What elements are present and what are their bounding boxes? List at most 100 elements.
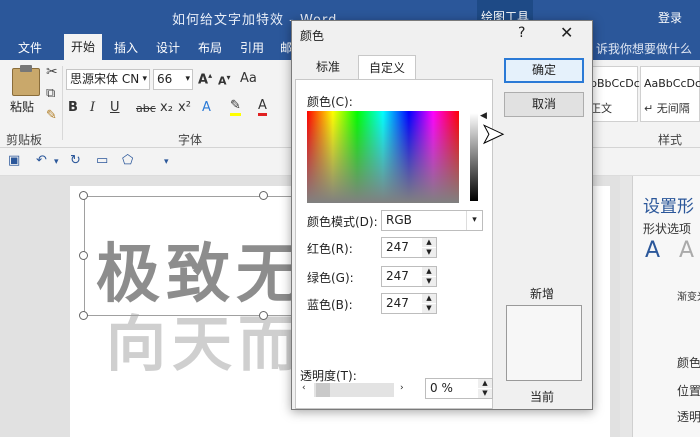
shapes-icon[interactable]: ⬠ [122,153,133,168]
slider-thumb[interactable] [316,383,330,397]
chevron-down-icon: ▾ [466,211,482,230]
blue-input[interactable]: 247 ▲ ▼ [381,293,437,314]
resize-handle[interactable] [259,311,268,320]
spin-up-icon[interactable]: ▲ [422,238,436,247]
tab-home[interactable]: 开始 [64,34,103,60]
format-painter-icon[interactable]: ✎ [46,108,57,123]
redo-icon[interactable]: ↻ [70,153,81,168]
screenshot-icon[interactable]: ▭ [96,153,108,168]
font-family-select[interactable]: 思源宋体 CN ▾ [66,69,150,90]
customize-toolbar-icon[interactable]: ▾ [164,157,169,167]
text-effects-icon[interactable]: A [202,100,211,115]
style-name: 正文 [590,102,612,115]
font-family-value: 思源宋体 CN [70,72,140,86]
tell-me-box[interactable]: 诉我你想要做什么 [596,40,692,57]
subscript-button[interactable]: x₂ [160,100,173,115]
color-dialog: 颜色 ? ✕ 标准 自定义 颜色(C): ◀ ➤ 颜色模式(D): RGB ▾ … [291,20,593,410]
spin-up-icon[interactable]: ▲ [422,294,436,303]
dialog-title: 颜色 [300,29,325,43]
superscript-button[interactable]: x² [178,100,191,115]
pane-item-gradient[interactable]: 渐变光 [677,288,700,303]
tab-custom[interactable]: 自定义 [358,55,417,81]
grow-font-icon[interactable]: A▴ [198,71,212,87]
login-link[interactable]: 登录 [658,9,682,26]
format-shape-pane: 设置形 形状选项 A A 渐变光 颜色 位置 透明 [632,176,700,437]
pane-item-position[interactable]: 位置 [677,382,700,399]
mouse-cursor-icon: ➤ [480,117,505,151]
styles-group-label: 样式 [658,133,683,147]
tab-design[interactable]: 设计 [156,39,180,56]
chevron-right-icon[interactable]: › [400,383,404,393]
luminance-slider[interactable] [470,113,478,201]
color-preview-swatch [506,305,582,381]
style-no-spacing[interactable]: AaBbCcDc ↵ 无间隔 [640,66,700,122]
style-normal[interactable]: bBbCcDc 正文 [586,66,640,122]
tab-insert[interactable]: 插入 [114,39,138,56]
green-input[interactable]: 247 ▲ ▼ [381,266,437,287]
transparency-slider[interactable]: ‹ › [300,381,410,401]
spin-down-icon[interactable]: ▼ [422,304,436,313]
transparency-value: 0 % [430,381,453,395]
bold-button[interactable]: B [68,100,78,115]
chevron-down-icon: ▾ [142,74,147,84]
color-mode-value: RGB [386,213,412,227]
shape-options-tab[interactable]: 形状选项 [643,220,691,237]
save-icon[interactable]: ▣ [8,153,20,168]
tab-layout[interactable]: 布局 [198,39,222,56]
resize-handle[interactable] [79,251,88,260]
chevron-down-icon: ▾ [185,74,190,84]
resize-handle[interactable] [259,191,268,200]
pane-title: 设置形 [643,197,694,217]
cut-icon[interactable]: ✂ [46,64,58,80]
font-size-select[interactable]: 66 ▾ [153,69,193,90]
transparency-input[interactable]: 0 % ▲ ▼ [425,378,493,399]
text-outline-icon[interactable]: A [679,238,694,263]
colors-label: 颜色(C): [307,95,353,109]
spin-down-icon[interactable]: ▼ [422,277,436,286]
spin-up-icon[interactable]: ▲ [478,379,492,388]
change-case-icon[interactable]: Aa [240,71,257,86]
tab-references[interactable]: 引用 [240,39,264,56]
text-fill-icon[interactable]: A [645,238,660,263]
spin-down-icon[interactable]: ▼ [478,389,492,398]
resize-handle[interactable] [79,191,88,200]
copy-icon[interactable]: ⧉ [46,86,55,101]
spin-up-icon[interactable]: ▲ [422,267,436,276]
chevron-down-icon[interactable]: ▾ [54,157,59,167]
spin-down-icon[interactable]: ▼ [422,248,436,257]
color-mode-label: 颜色模式(D): [307,215,378,229]
color-spectrum[interactable] [307,111,459,203]
underline-button[interactable]: U [110,100,120,115]
style-name: ↵ 无间隔 [644,102,690,115]
strikethrough-button[interactable]: abc [136,102,156,115]
close-icon[interactable]: ✕ [560,23,573,42]
chevron-left-icon[interactable]: ‹ [302,383,306,393]
red-label: 红色(R): [307,242,353,256]
resize-handle[interactable] [79,311,88,320]
style-preview: bBbCcDc [590,77,640,90]
pane-item-transparency[interactable]: 透明 [677,408,700,425]
red-input[interactable]: 247 ▲ ▼ [381,237,437,258]
current-color-label: 当前 [530,390,555,404]
ok-button[interactable]: 确定 [504,58,584,83]
help-icon[interactable]: ? [518,25,525,41]
clipboard-group-label: 剪贴板 [6,133,43,147]
cancel-button[interactable]: 取消 [504,92,584,117]
font-color-icon[interactable]: A [258,98,267,116]
paste-button[interactable]: 粘贴 [10,98,34,115]
style-preview: AaBbCcDc [644,77,700,90]
undo-icon[interactable]: ↶ [36,153,47,168]
green-label: 绿色(G): [307,271,354,285]
pane-item-color[interactable]: 颜色 [677,354,700,371]
color-mode-select[interactable]: RGB ▾ [381,210,483,231]
new-color-label: 新增 [530,287,555,301]
tab-standard[interactable]: 标准 [306,55,350,79]
paste-icon[interactable] [12,65,40,96]
tab-file[interactable]: 文件 [18,39,42,56]
font-group-label: 字体 [178,133,203,147]
highlight-icon[interactable]: ✎ [230,98,241,116]
italic-button[interactable]: I [90,100,95,115]
font-size-value: 66 [157,72,173,86]
shrink-font-icon[interactable]: A▾ [218,73,231,88]
selection-box[interactable] [84,196,296,316]
